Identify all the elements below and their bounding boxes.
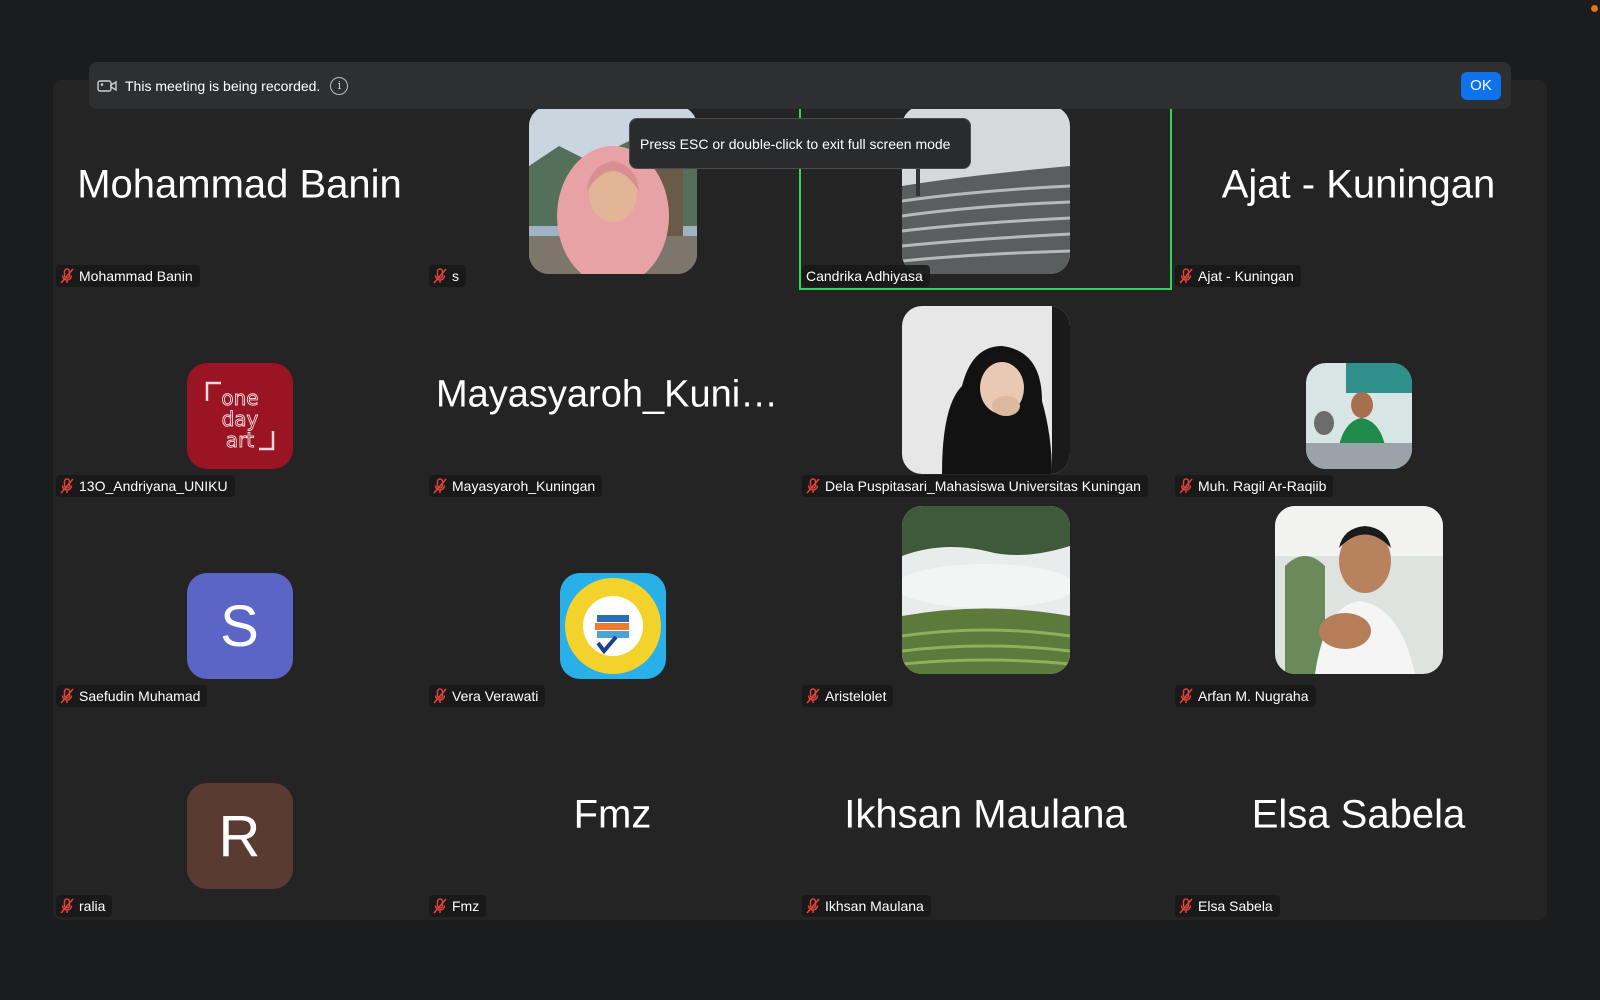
muted-mic-icon — [433, 478, 447, 494]
participant-tile[interactable]: Dela Puspitasari_Mahasiswa Universitas K… — [799, 290, 1172, 500]
muted-mic-icon — [1179, 478, 1193, 494]
participant-tile[interactable]: one day art 13O_Andriyana_UNIKU — [53, 290, 426, 500]
participant-name: Vera Verawati — [452, 688, 539, 704]
participant-name-label: 13O_Andriyana_UNIKU — [56, 475, 235, 497]
participant-name: Elsa Sabela — [1198, 898, 1273, 914]
avatar: R — [186, 783, 293, 889]
participant-display-name: Ajat - Kuningan — [1221, 162, 1496, 207]
participant-display-name: Fmz — [573, 792, 652, 837]
participant-tile[interactable]: Muh. Ragil Ar-Raqiib — [1172, 290, 1545, 500]
participant-tile[interactable]: Elsa Sabela Elsa Sabela — [1172, 710, 1545, 920]
participant-name: Fmz — [452, 898, 480, 914]
participant-name: Dela Puspitasari_Mahasiswa Universitas K… — [825, 478, 1141, 494]
participant-name-label: Vera Verawati — [429, 685, 546, 707]
info-icon[interactable]: i — [330, 76, 349, 95]
muted-mic-icon — [60, 688, 74, 704]
man-thumbs-down-photo — [1274, 506, 1443, 674]
participant-name: Candrika Adhiyasa — [806, 268, 923, 284]
participant-display-name: Elsa Sabela — [1251, 792, 1466, 837]
participant-name-label: s — [429, 265, 466, 287]
gerakan-kuningan-membaca-logo — [559, 573, 666, 679]
muted-mic-icon — [60, 478, 74, 494]
participant-tile[interactable]: Ikhsan Maulana Ikhsan Maulana — [799, 710, 1172, 920]
participant-name-label: ralia — [56, 895, 113, 917]
participant-tile[interactable]: Vera Verawati — [426, 500, 799, 710]
misty-forest-photo — [901, 506, 1070, 674]
gallery-view: Mohammad Banin Mohammad Banin s Candrika… — [53, 80, 1547, 920]
participant-name-label: Ikhsan Maulana — [802, 895, 931, 917]
participant-name-label: Fmz — [429, 895, 487, 917]
avatar-letter: S — [220, 593, 259, 659]
participant-name-label: Dela Puspitasari_Mahasiswa Universitas K… — [802, 475, 1148, 497]
avatar-letter: R — [218, 803, 261, 869]
participant-tile[interactable]: Mohammad Banin Mohammad Banin — [53, 80, 426, 290]
participant-name-label: Muh. Ragil Ar-Raqiib — [1175, 475, 1334, 497]
muted-mic-icon — [1179, 898, 1193, 914]
participant-name: 13O_Andriyana_UNIKU — [79, 478, 228, 494]
participant-name-label: Candrika Adhiyasa — [802, 265, 930, 287]
participant-name-label: Mayasyaroh_Kuningan — [429, 475, 603, 497]
participant-tile[interactable]: s — [426, 80, 799, 290]
recording-banner-text: This meeting is being recorded. — [125, 77, 321, 94]
muted-mic-icon — [60, 268, 74, 284]
participant-tile[interactable]: Mayasyaroh_Kunin... Mayasyaroh_Kuningan — [426, 290, 799, 500]
participant-name: Ikhsan Maulana — [825, 898, 924, 914]
participant-name: Saefudin Muhamad — [79, 688, 201, 704]
man-green-jacket-photo — [1305, 363, 1412, 469]
participant-name: Mayasyaroh_Kuningan — [452, 478, 596, 494]
muted-mic-icon — [806, 478, 820, 494]
participant-name-label: Arfan M. Nugraha — [1175, 685, 1316, 707]
fullscreen-exit-text: Press ESC or double-click to exit full s… — [640, 135, 951, 152]
participant-display-name: Mayasyaroh_Kunin... — [436, 373, 793, 416]
participant-name-label: Elsa Sabela — [1175, 895, 1280, 917]
participant-tile-active-speaker[interactable]: Candrika Adhiyasa — [799, 80, 1172, 290]
status-dot — [1591, 5, 1598, 12]
muted-mic-icon — [1179, 688, 1193, 704]
participant-name-label: Saefudin Muhamad — [56, 685, 208, 707]
recording-banner: This meeting is being recorded. i OK — [89, 62, 1511, 109]
muted-mic-icon — [60, 898, 74, 914]
muted-mic-icon — [806, 898, 820, 914]
muted-mic-icon — [1179, 268, 1193, 284]
fullscreen-exit-toast: Press ESC or double-click to exit full s… — [629, 118, 971, 169]
participant-name: Ajat - Kuningan — [1198, 268, 1294, 284]
participant-name: ralia — [79, 898, 106, 914]
participant-tile[interactable]: Ajat - Kuningan Ajat - Kuningan — [1172, 80, 1545, 290]
woman-black-hijab-photo — [901, 306, 1070, 474]
participant-tile[interactable]: R ralia — [53, 710, 426, 920]
participant-display-name: Ikhsan Maulana — [844, 792, 1127, 837]
ok-button[interactable]: OK — [1461, 71, 1501, 100]
muted-mic-icon — [433, 898, 447, 914]
participant-name: s — [452, 268, 459, 284]
participant-tile[interactable]: Fmz Fmz — [426, 710, 799, 920]
participant-name: Mohammad Banin — [79, 268, 193, 284]
svg-text:art: art — [225, 428, 253, 452]
muted-mic-icon — [433, 268, 447, 284]
participant-name: Arfan M. Nugraha — [1198, 688, 1309, 704]
participant-name-label: Aristelolet — [802, 685, 894, 707]
muted-mic-icon — [433, 688, 447, 704]
participant-name: Muh. Ragil Ar-Raqiib — [1198, 478, 1327, 494]
one-day-art-logo: one day art — [186, 363, 293, 469]
participant-tile[interactable]: S Saefudin Muhamad — [53, 500, 426, 710]
avatar: S — [186, 573, 293, 679]
participant-tile[interactable]: Arfan M. Nugraha — [1172, 500, 1545, 710]
participant-name-label: Ajat - Kuningan — [1175, 265, 1301, 287]
participant-name: Aristelolet — [825, 688, 887, 704]
muted-mic-icon — [806, 688, 820, 704]
recording-camera-icon — [97, 79, 117, 92]
participant-display-name: Mohammad Banin — [77, 162, 402, 207]
participant-tile[interactable]: Aristelolet — [799, 500, 1172, 710]
participant-name-label: Mohammad Banin — [56, 265, 200, 287]
